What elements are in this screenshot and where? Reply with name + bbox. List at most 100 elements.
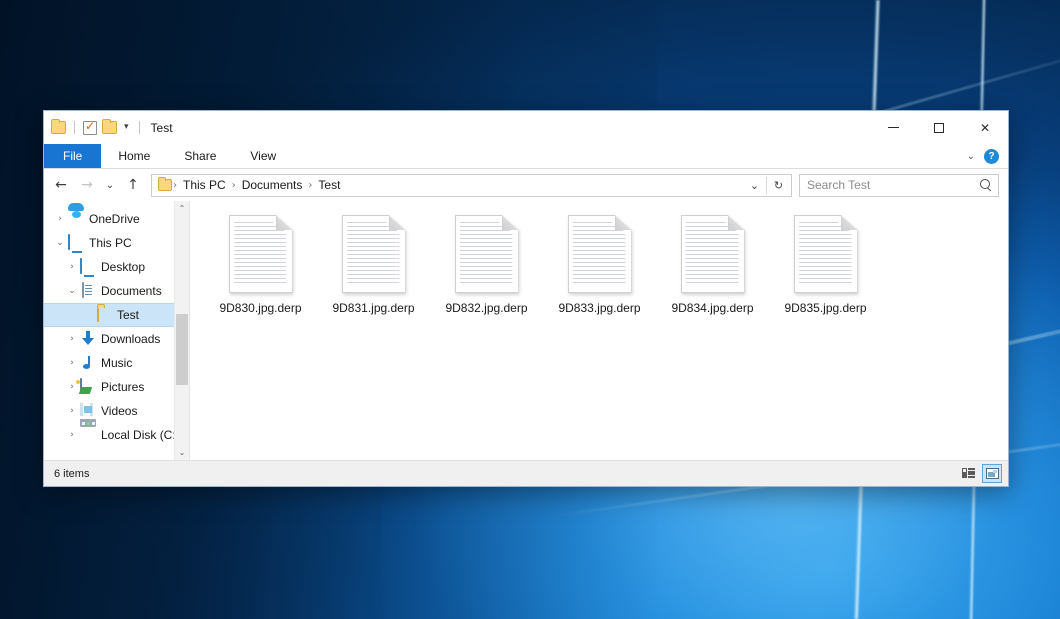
scroll-down-arrow-icon[interactable]: ⌄: [175, 445, 189, 460]
address-bar[interactable]: › This PC › Documents › Test ⌄ ↻: [151, 174, 792, 197]
ribbon-tab-strip: File Home Share View ⌄ ?: [44, 144, 1008, 169]
expand-chevron-icon[interactable]: ›: [64, 334, 80, 344]
status-bar: 6 items: [44, 460, 1008, 486]
tab-view[interactable]: View: [233, 144, 293, 168]
sidebar-item-test[interactable]: Test: [44, 303, 174, 327]
view-mode-buttons: [958, 464, 1002, 483]
sidebar-item-label: This PC: [89, 236, 132, 250]
list-item[interactable]: 9D831.jpg.derp: [317, 211, 430, 333]
document-file-icon: [342, 215, 406, 293]
address-divider: [766, 177, 767, 194]
pictures-icon: [80, 379, 96, 395]
desktop-icon: [80, 259, 96, 275]
breadcrumb-item-documents[interactable]: Documents: [237, 176, 308, 194]
file-name: 9D830.jpg.derp: [219, 301, 301, 315]
sidebar-item-label: Videos: [101, 404, 137, 418]
tab-share[interactable]: Share: [167, 144, 233, 168]
expand-chevron-icon[interactable]: ›: [64, 430, 80, 440]
file-list-view[interactable]: 9D830.jpg.derp 9D831.jpg.derp 9D832.jpg.…: [190, 201, 1008, 460]
cloud-icon: [68, 211, 84, 227]
toolbar-divider: [74, 121, 75, 134]
downloads-icon: [80, 331, 96, 347]
navigation-bar: ← → ⌄ ↑ › This PC › Documents › Test ⌄ ↻: [44, 169, 1008, 201]
expand-chevron-icon[interactable]: ›: [64, 262, 80, 272]
file-name: 9D831.jpg.derp: [332, 301, 414, 315]
refresh-icon[interactable]: ↻: [769, 175, 788, 196]
file-explorer-window: ▾ Test ✕ File Home Share View ⌄ ? ← →: [43, 110, 1009, 487]
new-folder-icon[interactable]: [102, 121, 117, 134]
sidebar-item-label: OneDrive: [89, 212, 140, 226]
sidebar-item-label: Downloads: [101, 332, 160, 346]
item-count-label: 6 items: [54, 468, 89, 480]
sidebar-item-label: Desktop: [101, 260, 145, 274]
details-view-button[interactable]: [958, 464, 978, 483]
breadcrumb-item-this-pc[interactable]: This PC: [178, 176, 231, 194]
quick-access-toolbar: ▾: [44, 121, 143, 135]
help-icon[interactable]: ?: [984, 149, 999, 164]
explorer-body: › OneDrive ⌄ This PC › Desktop: [44, 201, 1008, 460]
music-icon: [80, 355, 96, 371]
forward-button: →: [75, 173, 99, 197]
document-file-icon: [794, 215, 858, 293]
documents-icon: [80, 283, 96, 299]
sidebar-item-label: Local Disk (C:): [101, 428, 174, 442]
sidebar-item-desktop[interactable]: › Desktop: [44, 255, 174, 279]
folder-icon[interactable]: [51, 121, 66, 134]
document-file-icon: [229, 215, 293, 293]
file-name: 9D834.jpg.derp: [671, 301, 753, 315]
document-file-icon: [568, 215, 632, 293]
expand-ribbon-chevron-icon[interactable]: ⌄: [967, 151, 975, 162]
breadcrumb-item-test[interactable]: Test: [313, 176, 345, 194]
up-button[interactable]: ↑: [121, 173, 145, 197]
sidebar-item-local-disk-c[interactable]: › Local Disk (C:): [44, 423, 174, 447]
disk-icon: [80, 427, 96, 443]
search-input[interactable]: [807, 178, 980, 192]
scrollbar-thumb[interactable]: [176, 314, 188, 385]
close-button[interactable]: ✕: [962, 111, 1008, 144]
scrollbar-track[interactable]: [175, 216, 189, 445]
expand-chevron-icon[interactable]: ›: [64, 358, 80, 368]
address-bar-controls: ⌄ ↻: [745, 175, 789, 196]
list-item[interactable]: 9D830.jpg.derp: [204, 211, 317, 333]
expand-chevron-icon[interactable]: ⌄: [64, 286, 80, 296]
list-item[interactable]: 9D834.jpg.derp: [656, 211, 769, 333]
sidebar-scrollbar[interactable]: ⌃ ⌄: [174, 201, 189, 460]
expand-chevron-icon[interactable]: ›: [52, 214, 68, 224]
address-folder-icon: [158, 179, 172, 191]
back-button[interactable]: ←: [49, 173, 73, 197]
sidebar-item-label: Documents: [101, 284, 162, 298]
recent-locations-chevron-icon[interactable]: ⌄: [101, 173, 119, 197]
maximize-button[interactable]: [916, 111, 962, 144]
tab-home[interactable]: Home: [101, 144, 167, 168]
window-title: Test: [151, 121, 173, 135]
properties-icon[interactable]: [83, 121, 97, 135]
list-item[interactable]: 9D832.jpg.derp: [430, 211, 543, 333]
search-box[interactable]: [799, 174, 999, 197]
desktop: ▾ Test ✕ File Home Share View ⌄ ? ← →: [0, 0, 1060, 619]
sidebar-item-label: Pictures: [101, 380, 144, 394]
sidebar-item-downloads[interactable]: › Downloads: [44, 327, 174, 351]
sidebar-item-pictures[interactable]: › Pictures: [44, 375, 174, 399]
sidebar-item-documents[interactable]: ⌄ Documents: [44, 279, 174, 303]
sidebar-item-music[interactable]: › Music: [44, 351, 174, 375]
expand-chevron-icon[interactable]: ›: [64, 406, 80, 416]
customize-chevron-icon[interactable]: ▾: [122, 123, 131, 132]
search-icon[interactable]: [980, 179, 993, 192]
list-item[interactable]: 9D833.jpg.derp: [543, 211, 656, 333]
folder-icon: [96, 307, 112, 323]
file-name: 9D832.jpg.derp: [445, 301, 527, 315]
tab-file[interactable]: File: [44, 144, 101, 168]
large-icons-view-button[interactable]: [982, 464, 1002, 483]
sidebar-item-onedrive[interactable]: › OneDrive: [44, 207, 174, 231]
pc-icon: [68, 235, 84, 251]
sidebar-item-videos[interactable]: › Videos: [44, 399, 174, 423]
list-item[interactable]: 9D835.jpg.derp: [769, 211, 882, 333]
title-bar: ▾ Test ✕: [44, 111, 1008, 144]
expand-chevron-icon[interactable]: ⌄: [52, 238, 68, 248]
scroll-up-arrow-icon[interactable]: ⌃: [175, 201, 189, 216]
sidebar-item-this-pc[interactable]: ⌄ This PC: [44, 231, 174, 255]
minimize-button[interactable]: [870, 111, 916, 144]
history-chevron-icon[interactable]: ⌄: [745, 175, 764, 196]
file-name: 9D835.jpg.derp: [784, 301, 866, 315]
breadcrumb: › This PC › Documents › Test: [172, 176, 345, 194]
